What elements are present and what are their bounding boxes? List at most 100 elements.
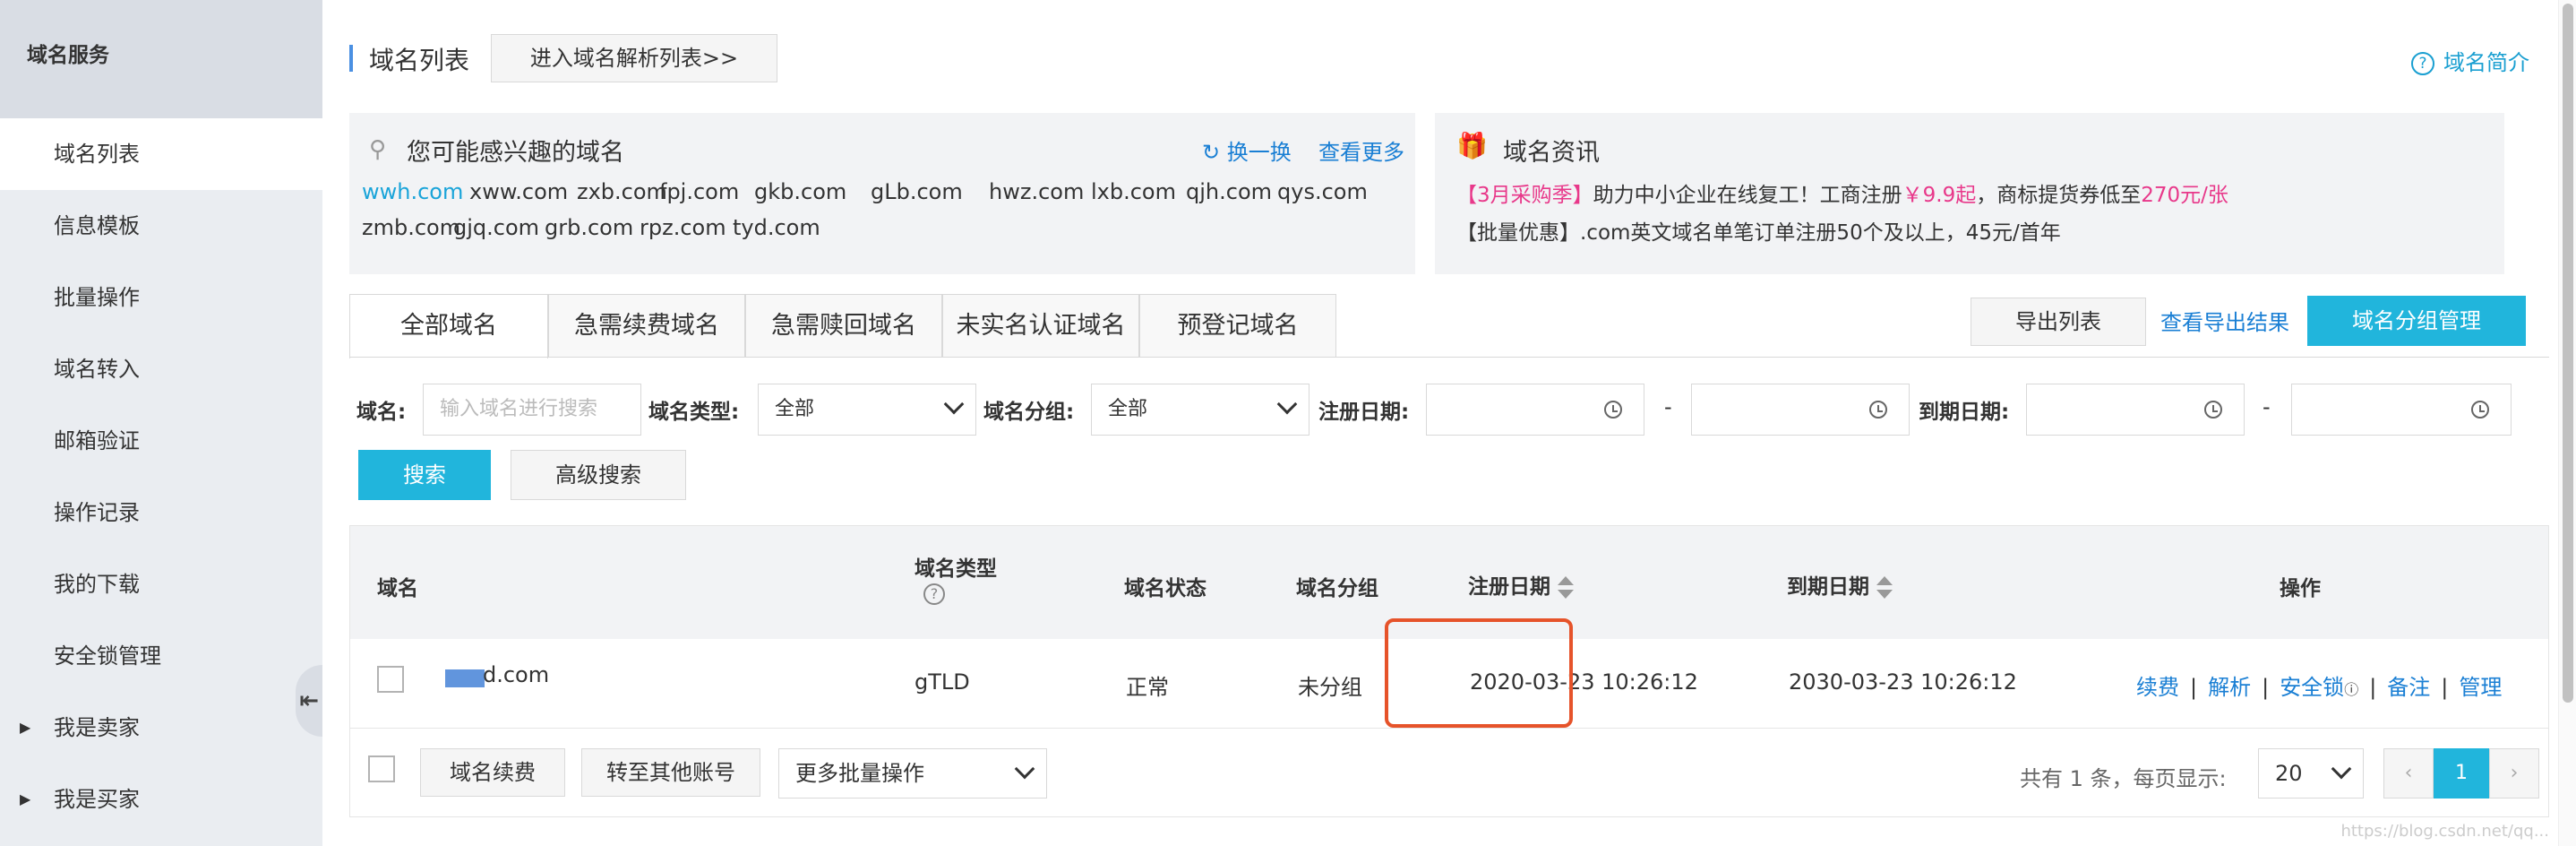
search-button[interactable]: 搜索 [358, 450, 491, 500]
suggested-domain-link[interactable]: xww.com [469, 179, 568, 204]
col-exp-date[interactable]: 到期日期 [1787, 569, 1893, 600]
news-tag: 【3月采购季】 [1456, 184, 1593, 207]
action-separator: | [2441, 675, 2449, 700]
sidebar-item-domain-transfer[interactable]: 域名转入 [0, 333, 322, 405]
sidebar-item-op-log[interactable]: 操作记录 [0, 477, 322, 548]
news-line-1[interactable]: 【3月采购季】助力中小企业在线复工！工商注册￥9.9起，商标提货券低至270元/… [1456, 177, 2228, 208]
more-batch-select[interactable]: 更多批量操作 [778, 748, 1047, 799]
redacted-mask [445, 669, 485, 687]
clock-icon [2204, 401, 2222, 419]
group-manage-button[interactable]: 域名分组管理 [2307, 296, 2526, 346]
sidebar-item-label: 我是卖家 [54, 715, 140, 740]
see-more-link[interactable]: 查看更多 [1318, 134, 1404, 166]
help-icon[interactable]: ? [923, 583, 945, 605]
status-highlight-box [1385, 618, 1573, 728]
news-line-2[interactable]: 【批量优惠】.com英文域名单笔订单注册50个及以上，45元/首年 [1456, 215, 2061, 246]
sidebar-item-security-lock[interactable]: 安全锁管理 [0, 620, 322, 692]
suggested-domain-link[interactable]: qys.com [1277, 179, 1368, 204]
manage-link[interactable]: 管理 [2459, 675, 2502, 700]
dns-link[interactable]: 解析 [2208, 675, 2251, 700]
page-size-select[interactable]: 20 [2258, 748, 2364, 799]
security-lock-link[interactable]: 安全锁ⓘ [2280, 675, 2358, 700]
sidebar-item-email-verify[interactable]: 邮箱验证 [0, 405, 322, 477]
date-range-dash: - [1664, 394, 1672, 419]
watermark: https://blog.csdn.net/qq... [2340, 822, 2549, 841]
suggested-domain-link[interactable]: gkb.com [754, 179, 846, 204]
export-list-button[interactable]: 导出列表 [1971, 298, 2146, 346]
reg-date-start-input[interactable] [1426, 384, 1644, 436]
page-1-button[interactable]: 1 [2434, 748, 2489, 799]
suggested-domain-link[interactable]: gLb.com [871, 179, 963, 204]
sidebar-item-batch-ops[interactable]: 批量操作 [0, 262, 322, 333]
domain-intro-label: 域名简介 [2443, 50, 2529, 75]
col-status: 域名状态 [1124, 577, 1206, 600]
group-select[interactable]: 全部 [1091, 384, 1309, 436]
sidebar-item-buyer[interactable]: ▶ 我是买家 [0, 764, 322, 835]
domain-group: 未分组 [1298, 675, 1362, 700]
news-text: 助力中小企业在线复工！工商注册 [1593, 184, 1902, 207]
transfer-account-button[interactable]: 转至其他账号 [581, 748, 760, 797]
reg-date-end-input[interactable] [1691, 384, 1910, 436]
sidebar-item-domain-list[interactable]: 域名列表 [0, 118, 322, 190]
scrollbar-thumb[interactable] [2563, 4, 2573, 703]
group-filter-label: 域名分组: [983, 401, 1075, 424]
domain-search-input[interactable]: 输入域名进行搜索 [423, 384, 641, 436]
suggested-domain-link[interactable]: zxb.com [577, 179, 667, 204]
title-accent-bar [349, 45, 353, 72]
interest-panel: ⚲ 您可能感兴趣的域名 ↻ 换一换 查看更多 wwh.com xww.com zxb… [349, 113, 1415, 274]
pagination-summary: 共有 1 条，每页显示: [2020, 766, 2227, 791]
col-domain: 域名 [377, 577, 418, 600]
next-page-button[interactable]: › [2489, 748, 2539, 799]
chevron-down-icon [2331, 758, 2352, 780]
suggested-domain-link[interactable]: lxb.com [1091, 179, 1176, 204]
domain-status: 正常 [1126, 675, 1169, 700]
sidebar-item-label: 我是买家 [54, 787, 140, 812]
group-select-value: 全部 [1108, 398, 1148, 420]
dns-list-button[interactable]: 进入域名解析列表>> [491, 34, 777, 82]
tab-urgent-renew[interactable]: 急需续费域名 [548, 294, 745, 357]
sidebar-brand: 域名服务 [0, 0, 322, 118]
sort-icon [1558, 575, 1574, 600]
export-results-link[interactable]: 查看导出结果 [2160, 305, 2289, 336]
suggested-domain-link[interactable]: tyd.com [733, 215, 820, 240]
suggested-domain-link[interactable]: gjq.com [453, 215, 539, 240]
action-separator: | [2369, 675, 2377, 700]
exp-date-end-input[interactable] [2291, 384, 2512, 436]
type-select[interactable]: 全部 [758, 384, 976, 436]
suggested-domain-link[interactable]: fpj.com [659, 179, 739, 204]
refresh-label: 换一换 [1226, 140, 1292, 165]
reg-date-label: 注册日期: [1318, 401, 1410, 424]
tab-pre-registered[interactable]: 预登记域名 [1139, 294, 1336, 357]
renew-link[interactable]: 续费 [2136, 675, 2179, 700]
suggested-domain-link[interactable]: qjh.com [1186, 179, 1272, 204]
suggested-domain-link[interactable]: wwh.com [362, 179, 463, 204]
sidebar-item-seller[interactable]: ▶ 我是卖家 [0, 692, 322, 764]
tab-all-domains[interactable]: 全部域名 [349, 294, 548, 358]
help-icon: ? [2411, 52, 2434, 75]
tab-divider [349, 357, 2549, 358]
exp-date-start-input[interactable] [2026, 384, 2245, 436]
row-checkbox[interactable] [377, 666, 404, 693]
prev-page-button[interactable]: ‹ [2383, 748, 2434, 799]
suggested-domain-link[interactable]: grb.com [545, 215, 633, 240]
domain-type: gTLD [914, 669, 970, 695]
select-all-checkbox[interactable] [368, 755, 395, 782]
tab-unverified[interactable]: 未实名认证域名 [942, 294, 1139, 357]
refresh-link[interactable]: ↻ 换一换 [1202, 134, 1292, 166]
domain-name-link[interactable]: d.com [483, 662, 549, 687]
scrollbar[interactable] [2558, 0, 2576, 846]
action-separator: | [2190, 675, 2198, 700]
page-title: 域名列表 [369, 46, 470, 75]
clock-icon [1869, 401, 1887, 419]
sidebar-item-info-template[interactable]: 信息模板 [0, 190, 322, 262]
suggested-domain-link[interactable]: hwz.com [989, 179, 1084, 204]
domain-intro-link[interactable]: ? 域名简介 [2411, 45, 2529, 76]
tab-urgent-redeem[interactable]: 急需赎回域名 [745, 294, 942, 357]
col-reg-date[interactable]: 注册日期 [1468, 569, 1574, 600]
remark-link[interactable]: 备注 [2387, 675, 2430, 700]
suggested-domain-link[interactable]: zmb.com [362, 215, 460, 240]
batch-renew-button[interactable]: 域名续费 [420, 748, 565, 797]
suggested-domain-link[interactable]: rpz.com [640, 215, 726, 240]
advanced-search-button[interactable]: 高级搜索 [511, 450, 686, 500]
sidebar-item-downloads[interactable]: 我的下载 [0, 548, 322, 620]
